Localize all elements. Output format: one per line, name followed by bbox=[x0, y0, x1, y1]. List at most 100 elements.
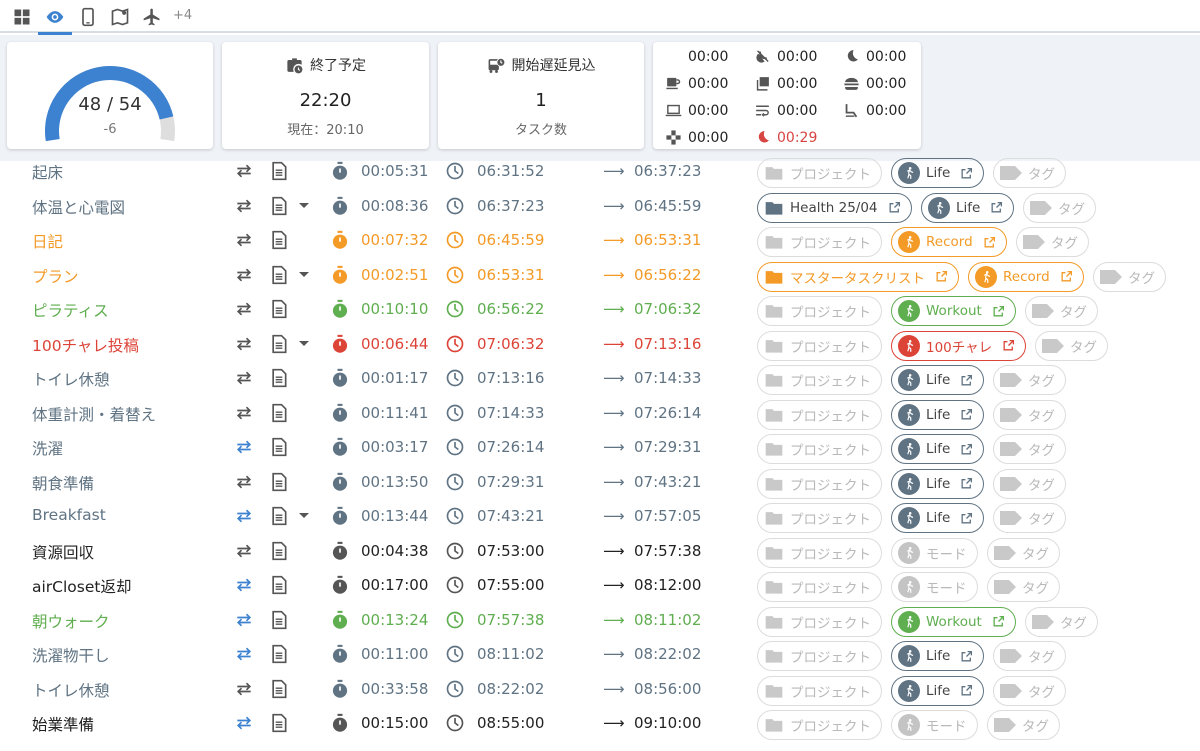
chevron-down-icon[interactable] bbox=[299, 513, 309, 518]
tag-chip[interactable]: タグ bbox=[987, 710, 1060, 740]
note-icon[interactable] bbox=[269, 196, 289, 216]
project-chip[interactable]: プロジェクト bbox=[757, 468, 882, 499]
tag-chip[interactable]: タグ bbox=[993, 434, 1066, 464]
mode-chip[interactable]: Life bbox=[891, 675, 985, 706]
tab-grid[interactable] bbox=[9, 0, 35, 33]
note-icon[interactable] bbox=[269, 334, 289, 354]
mode-chip[interactable]: Life bbox=[891, 365, 985, 395]
note-icon[interactable] bbox=[269, 679, 289, 699]
repeat-icon[interactable] bbox=[234, 610, 254, 630]
tag-chip[interactable]: タグ bbox=[993, 399, 1066, 430]
note-icon[interactable] bbox=[269, 230, 289, 250]
repeat-icon[interactable] bbox=[234, 713, 254, 733]
project-chip[interactable]: プロジェクト bbox=[757, 503, 882, 533]
tag-chip[interactable]: タグ bbox=[1016, 227, 1089, 257]
task-name[interactable]: 100チャレ投稿 bbox=[32, 334, 139, 356]
repeat-icon[interactable] bbox=[234, 541, 254, 561]
repeat-icon[interactable] bbox=[234, 196, 254, 216]
mode-chip[interactable]: モード bbox=[891, 537, 978, 568]
chevron-down-icon[interactable] bbox=[299, 202, 309, 208]
repeat-icon[interactable] bbox=[234, 679, 254, 699]
task-name[interactable]: 体温と心電図 bbox=[32, 196, 125, 218]
tag-chip[interactable]: タグ bbox=[993, 158, 1066, 188]
mode-chip[interactable]: Life bbox=[891, 641, 985, 671]
project-chip[interactable]: Health 25/04 bbox=[757, 192, 912, 223]
repeat-icon[interactable] bbox=[234, 368, 254, 388]
note-icon[interactable] bbox=[269, 575, 289, 595]
task-name[interactable]: airCloset返却 bbox=[32, 575, 131, 597]
tab-airplane[interactable] bbox=[139, 0, 165, 33]
task-name[interactable]: 洗濯物干し bbox=[32, 644, 110, 666]
task-name[interactable]: プラン bbox=[32, 265, 79, 287]
task-name[interactable]: 資源回収 bbox=[32, 541, 94, 563]
mode-chip[interactable]: 100チャレ bbox=[891, 330, 1027, 361]
project-chip[interactable]: プロジェクト bbox=[757, 296, 882, 326]
repeat-icon[interactable] bbox=[234, 575, 254, 595]
repeat-icon[interactable] bbox=[234, 230, 254, 250]
task-name[interactable]: 朝ウォーク bbox=[32, 610, 110, 632]
task-name[interactable]: ピラティス bbox=[32, 299, 109, 321]
note-icon[interactable] bbox=[269, 161, 289, 181]
mode-chip[interactable]: Life bbox=[891, 399, 985, 430]
tab-phone[interactable] bbox=[75, 0, 101, 33]
task-name[interactable]: 体重計測・着替え bbox=[32, 403, 156, 425]
mode-chip[interactable]: モード bbox=[891, 572, 978, 602]
tag-chip[interactable]: タグ bbox=[1023, 192, 1096, 223]
tag-chip[interactable]: タグ bbox=[1025, 606, 1098, 637]
project-chip[interactable]: プロジェクト bbox=[757, 365, 882, 395]
repeat-icon[interactable] bbox=[234, 161, 254, 181]
tag-chip[interactable]: タグ bbox=[993, 675, 1066, 706]
tab-eye[interactable] bbox=[38, 0, 72, 35]
note-icon[interactable] bbox=[269, 610, 289, 630]
tag-chip[interactable]: タグ bbox=[1093, 261, 1166, 292]
tag-chip[interactable]: タグ bbox=[1035, 330, 1108, 361]
project-chip[interactable]: プロジェクト bbox=[757, 330, 882, 361]
project-chip[interactable]: プロジェクト bbox=[757, 399, 882, 430]
repeat-icon[interactable] bbox=[234, 472, 254, 492]
mode-chip[interactable]: Workout bbox=[891, 296, 1016, 326]
note-icon[interactable] bbox=[269, 506, 289, 526]
tag-chip[interactable]: タグ bbox=[1025, 296, 1098, 326]
repeat-icon[interactable] bbox=[234, 299, 254, 319]
note-icon[interactable] bbox=[269, 437, 289, 457]
tag-chip[interactable]: タグ bbox=[993, 365, 1066, 395]
repeat-icon[interactable] bbox=[234, 403, 254, 423]
task-name[interactable]: 起床 bbox=[32, 161, 63, 183]
note-icon[interactable] bbox=[269, 368, 289, 388]
repeat-icon[interactable] bbox=[234, 334, 254, 354]
mode-chip[interactable]: Life bbox=[891, 434, 985, 464]
project-chip[interactable]: プロジェクト bbox=[757, 606, 882, 637]
mode-chip[interactable]: Workout bbox=[891, 606, 1016, 637]
project-chip[interactable]: プロジェクト bbox=[757, 537, 882, 568]
mode-chip[interactable]: Record bbox=[968, 261, 1084, 292]
task-name[interactable]: 日記 bbox=[32, 230, 63, 252]
project-chip[interactable]: プロジェクト bbox=[757, 675, 882, 706]
task-name[interactable]: Breakfast bbox=[32, 506, 106, 524]
project-chip[interactable]: プロジェクト bbox=[757, 227, 882, 257]
mode-chip[interactable]: Record bbox=[891, 227, 1007, 257]
tabs-more-count[interactable]: +4 bbox=[173, 8, 192, 23]
note-icon[interactable] bbox=[269, 713, 289, 733]
note-icon[interactable] bbox=[269, 541, 289, 561]
tab-map[interactable] bbox=[107, 0, 133, 33]
chevron-down-icon[interactable] bbox=[299, 271, 309, 277]
mode-chip[interactable]: モード bbox=[891, 710, 978, 740]
task-name[interactable]: 朝食準備 bbox=[32, 472, 94, 494]
note-icon[interactable] bbox=[269, 644, 289, 664]
tag-chip[interactable]: タグ bbox=[993, 503, 1066, 533]
project-chip[interactable]: プロジェクト bbox=[757, 434, 882, 464]
project-chip[interactable]: プロジェクト bbox=[757, 572, 882, 602]
mode-chip[interactable]: Life bbox=[921, 192, 1015, 223]
note-icon[interactable] bbox=[269, 472, 289, 492]
task-name[interactable]: トイレ休憩 bbox=[32, 679, 110, 701]
repeat-icon[interactable] bbox=[234, 437, 254, 457]
chevron-down-icon[interactable] bbox=[299, 340, 309, 346]
mode-chip[interactable]: Life bbox=[891, 503, 985, 533]
project-chip[interactable]: プロジェクト bbox=[757, 158, 882, 188]
task-name[interactable]: 洗濯 bbox=[32, 437, 63, 459]
tag-chip[interactable]: タグ bbox=[993, 468, 1066, 499]
task-name[interactable]: トイレ休憩 bbox=[32, 368, 110, 390]
project-chip[interactable]: マスタータスクリスト bbox=[757, 261, 959, 292]
note-icon[interactable] bbox=[269, 265, 289, 285]
mode-chip[interactable]: Life bbox=[891, 158, 985, 188]
